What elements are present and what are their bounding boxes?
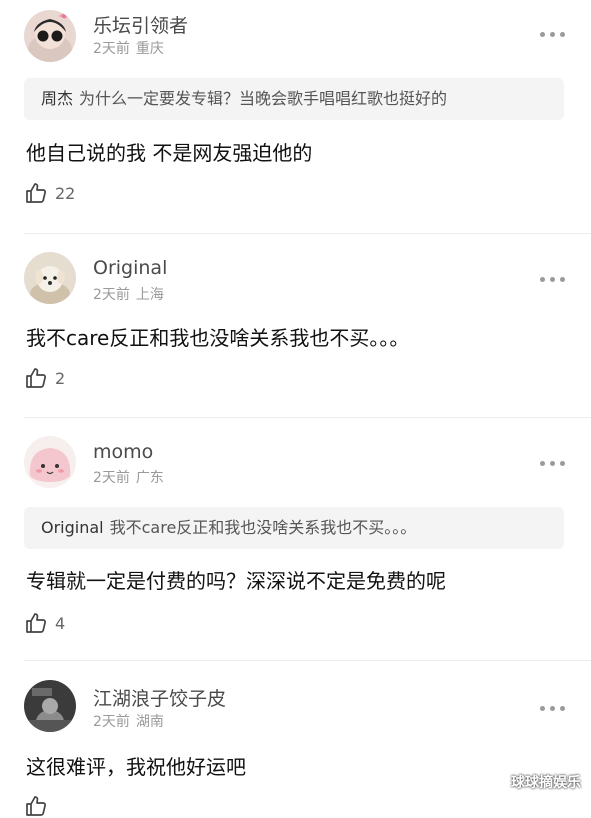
comment-time: 2天前 [93, 470, 130, 486]
comment-meta: 2天前 上海 [93, 284, 164, 304]
comment-meta: 2天前 重庆 [93, 38, 164, 58]
username[interactable]: Original [93, 257, 167, 279]
comment-location: 广东 [135, 470, 164, 486]
comment-location: 上海 [135, 287, 164, 303]
comment-text: 专辑就一定是付费的吗？深深说不定是免费的呢 [26, 569, 446, 593]
like-count: 4 [55, 613, 66, 633]
like-button[interactable]: 22 [24, 181, 75, 205]
thumbs-up-icon [26, 183, 47, 203]
quoted-username: Original [41, 518, 104, 537]
like-button[interactable]: 2 [24, 366, 65, 390]
like-button[interactable] [24, 794, 48, 818]
comment-time: 2天前 [93, 287, 130, 303]
comment-text: 这很难评，我祝他好运吧 [26, 755, 246, 779]
more-icon[interactable] [540, 706, 565, 711]
quoted-reply[interactable]: Original 我不care反正和我也没啥关系我也不买。。。 [24, 507, 564, 549]
quoted-username: 周杰 [41, 89, 74, 108]
username[interactable]: 乐坛引领者 [93, 11, 188, 38]
avatar[interactable] [24, 436, 76, 488]
divider [24, 660, 591, 661]
quoted-text: 我不care反正和我也没啥关系我也不买。。。 [109, 518, 417, 537]
thumbs-up-icon [26, 368, 47, 388]
more-icon[interactable] [540, 277, 565, 282]
quoted-text: 为什么一定要发专辑？当晚会歌手唱唱红歌也挺好的 [79, 89, 448, 108]
comment-meta: 2天前 广东 [93, 467, 164, 487]
avatar[interactable] [24, 680, 76, 732]
thumbs-up-icon [26, 613, 47, 633]
avatar[interactable] [24, 10, 76, 62]
more-icon[interactable] [540, 32, 565, 37]
username[interactable]: momo [93, 441, 153, 463]
comment-text: 我不care反正和我也没啥关系我也不买。。。 [26, 326, 410, 350]
comment-time: 2天前 [93, 714, 130, 730]
comment-time: 2天前 [93, 41, 130, 57]
divider [24, 233, 591, 234]
comment-meta: 2天前 湖南 [93, 711, 164, 731]
watermark: 球球摘娱乐 [511, 775, 581, 791]
quoted-reply[interactable]: 周杰 为什么一定要发专辑？当晚会歌手唱唱红歌也挺好的 [24, 78, 564, 120]
comment-location: 湖南 [135, 714, 164, 730]
username[interactable]: 江湖浪子饺子皮 [93, 684, 226, 711]
divider [24, 417, 591, 418]
comment-text: 他自己说的我 不是网友强迫他的 [26, 141, 313, 165]
comment-location: 重庆 [135, 41, 164, 57]
like-count: 22 [55, 183, 76, 203]
avatar[interactable] [24, 252, 76, 304]
more-icon[interactable] [540, 461, 565, 466]
thumbs-up-icon [26, 796, 47, 816]
like-count: 2 [55, 368, 66, 388]
like-button[interactable]: 4 [24, 611, 65, 635]
